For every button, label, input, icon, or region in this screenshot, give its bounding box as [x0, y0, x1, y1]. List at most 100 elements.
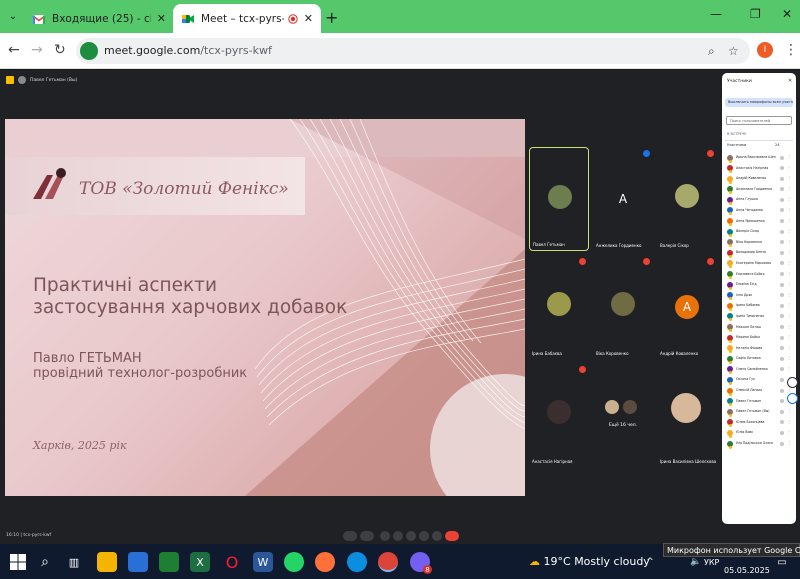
mic-status-icon[interactable]	[780, 197, 784, 202]
participant-row[interactable]: Елизавета Бойко ⋮	[725, 270, 793, 281]
more-options-icon[interactable]: ⋮	[787, 292, 791, 297]
extension-close-icon[interactable]	[787, 377, 798, 388]
more-options-icon[interactable]: ⋮	[787, 334, 791, 339]
address-bar[interactable]: meet.google.com/tcx-pyrs-kwf ⌕ ☆	[76, 38, 750, 64]
participant-row[interactable]: Юлія Вовк ⋮	[725, 428, 793, 439]
more-options-icon[interactable]: ⋮	[787, 281, 791, 286]
search-icon[interactable]: ⌕	[35, 552, 55, 572]
participant-row[interactable]: Оксана Гук⋮	[725, 375, 793, 386]
weather-widget[interactable]: ☁ 19°C Mostly cloudy	[529, 555, 650, 568]
participant-row[interactable]: Екатерина Морозова ⋮	[725, 259, 793, 270]
more-options-icon[interactable]: ⋮	[787, 154, 791, 159]
mic-status-icon[interactable]	[780, 409, 784, 414]
participant-tile[interactable]: A Анжелика Гордиенко	[593, 147, 653, 251]
more-options-icon[interactable]: ⋮	[787, 271, 791, 276]
mic-status-icon[interactable]	[780, 377, 784, 382]
mic-status-icon[interactable]	[780, 441, 784, 446]
close-tab-icon[interactable]: ✕	[304, 12, 313, 25]
excel-icon[interactable]: X	[190, 552, 210, 572]
tray-chevron-icon[interactable]: ^	[640, 552, 660, 572]
extension-icon[interactable]	[787, 393, 798, 404]
participant-row[interactable]: Анна Глушко ⋮	[725, 195, 793, 206]
mic-status-icon[interactable]	[780, 356, 784, 361]
site-info-icon[interactable]	[80, 42, 98, 60]
mic-status-icon[interactable]	[780, 250, 784, 255]
more-options-icon[interactable]: ⋮	[787, 313, 791, 318]
mic-status-icon[interactable]	[780, 282, 784, 287]
more-options-icon[interactable]: ⋮	[787, 345, 791, 350]
input-language[interactable]: УКР	[704, 558, 719, 567]
more-options-icon[interactable]: ⋮	[787, 408, 791, 413]
new-tab-icon[interactable]: +	[325, 8, 338, 27]
participant-row[interactable]: Ельвіна Егід ⋮	[725, 280, 793, 291]
participant-row[interactable]: Уля Подільська Олеся ⋮	[725, 439, 793, 450]
participant-search-input[interactable]: Поиск пользователей	[726, 116, 792, 125]
participant-row[interactable]: Юлия Бохонцева ⋮	[725, 418, 793, 429]
mic-status-icon[interactable]	[780, 176, 784, 181]
more-participants-tile[interactable]: Ещё 16 чел.	[593, 363, 653, 467]
participant-row[interactable]: Ірина Бабаєва ⋮	[725, 301, 793, 312]
mic-status-icon[interactable]	[780, 420, 784, 425]
mic-status-icon[interactable]	[780, 335, 784, 340]
participant-row[interactable]: Ілля Дьяк ⋮	[725, 291, 793, 302]
participant-tile[interactable]: Ірина Бабаєва	[529, 255, 589, 359]
tab-search-icon[interactable]: ⌄	[4, 7, 22, 25]
more-options-icon[interactable]: ⋮	[787, 440, 791, 445]
mic-status-icon[interactable]	[780, 314, 784, 319]
mute-all-button[interactable]: Выключить микрофоны всех участников	[725, 98, 793, 107]
more-options-icon[interactable]: ⋮	[787, 355, 791, 360]
participant-tile[interactable]: Анастасія Нагірная	[529, 363, 589, 467]
mic-status-icon[interactable]	[780, 219, 784, 224]
whatsapp-icon[interactable]	[284, 552, 304, 572]
participant-row[interactable]: Павел Гетьман (Вы) ⋮	[725, 407, 793, 418]
mic-status-icon[interactable]	[780, 430, 784, 435]
present-button[interactable]	[406, 531, 416, 541]
leave-call-button[interactable]	[445, 531, 459, 541]
more-options-icon[interactable]: ⋮	[787, 207, 791, 212]
participant-tile[interactable]: Валерія Сікор	[657, 147, 717, 251]
participants-group-toggle[interactable]: Участники 24	[725, 140, 793, 148]
chrome-icon[interactable]	[378, 552, 398, 572]
close-panel-icon[interactable]: ✕	[788, 78, 792, 84]
participant-row[interactable]: Анастасія Нагірная ⋮	[725, 164, 793, 175]
participant-row[interactable]: Анжелика Гордиенко ⋮	[725, 185, 793, 196]
mic-status-icon[interactable]	[780, 155, 784, 160]
mic-status-icon[interactable]	[780, 325, 784, 329]
more-options-icon[interactable]: ⋮	[787, 324, 791, 329]
participant-row[interactable]: Софія Литовка ⋮	[725, 354, 793, 365]
mic-status-icon[interactable]	[780, 399, 784, 404]
opera-icon[interactable]: O	[222, 552, 242, 572]
minimize-icon[interactable]: —	[710, 7, 722, 21]
mic-status-icon[interactable]	[780, 293, 784, 298]
mic-status-icon[interactable]	[780, 272, 784, 277]
participant-tile[interactable]: Ірина Василівна Шелєхова	[657, 363, 717, 467]
raise-hand-button[interactable]	[419, 531, 429, 541]
camera-toggle-button[interactable]	[360, 531, 374, 541]
more-options-icon[interactable]: ⋮	[787, 196, 791, 201]
close-window-icon[interactable]: ✕	[782, 7, 792, 21]
participant-tile[interactable]: Павел Гетьман	[529, 147, 589, 251]
participant-tile[interactable]: A Андрій Коваленко	[657, 255, 717, 359]
more-options-icon[interactable]: ⋮	[787, 366, 791, 371]
tab-meet[interactable]: Meet – tcx-pyrs-kwf ✕	[173, 4, 321, 33]
mic-status-icon[interactable]	[780, 303, 784, 308]
participant-row[interactable]: Ірина Тимоненко ⋮	[725, 312, 793, 323]
back-icon[interactable]: ←	[8, 42, 20, 58]
participant-row[interactable]: Анна Чегодаєва ⋮	[725, 206, 793, 217]
participant-row[interactable]: Олеся Самойленко ⋮	[725, 365, 793, 376]
viber-icon[interactable]: 8	[410, 552, 432, 574]
more-options-icon[interactable]: ⋮	[787, 186, 791, 191]
participant-row[interactable]: Марина Бойко ⋮	[725, 333, 793, 344]
more-options-icon[interactable]: ⋮	[787, 175, 791, 180]
close-tab-icon[interactable]: ✕	[157, 12, 166, 25]
more-options-icon[interactable]: ⋮	[787, 302, 791, 307]
more-options-icon[interactable]: ⋮	[787, 260, 791, 265]
bookmark-star-icon[interactable]: ☆	[728, 44, 739, 58]
restore-icon[interactable]: ❐	[750, 7, 761, 21]
participant-row[interactable]: Андрій Коваленко ⋮	[725, 174, 793, 185]
mic-status-icon[interactable]	[780, 367, 784, 372]
tab-gmail[interactable]: Входящие (25) - cikhanovskaja ✕	[24, 4, 174, 33]
windows-start-icon[interactable]	[8, 552, 28, 572]
participant-row[interactable]: Валерія Сікор ⋮	[725, 227, 793, 238]
participant-row[interactable]: Віка Коровенко ⋮	[725, 238, 793, 249]
